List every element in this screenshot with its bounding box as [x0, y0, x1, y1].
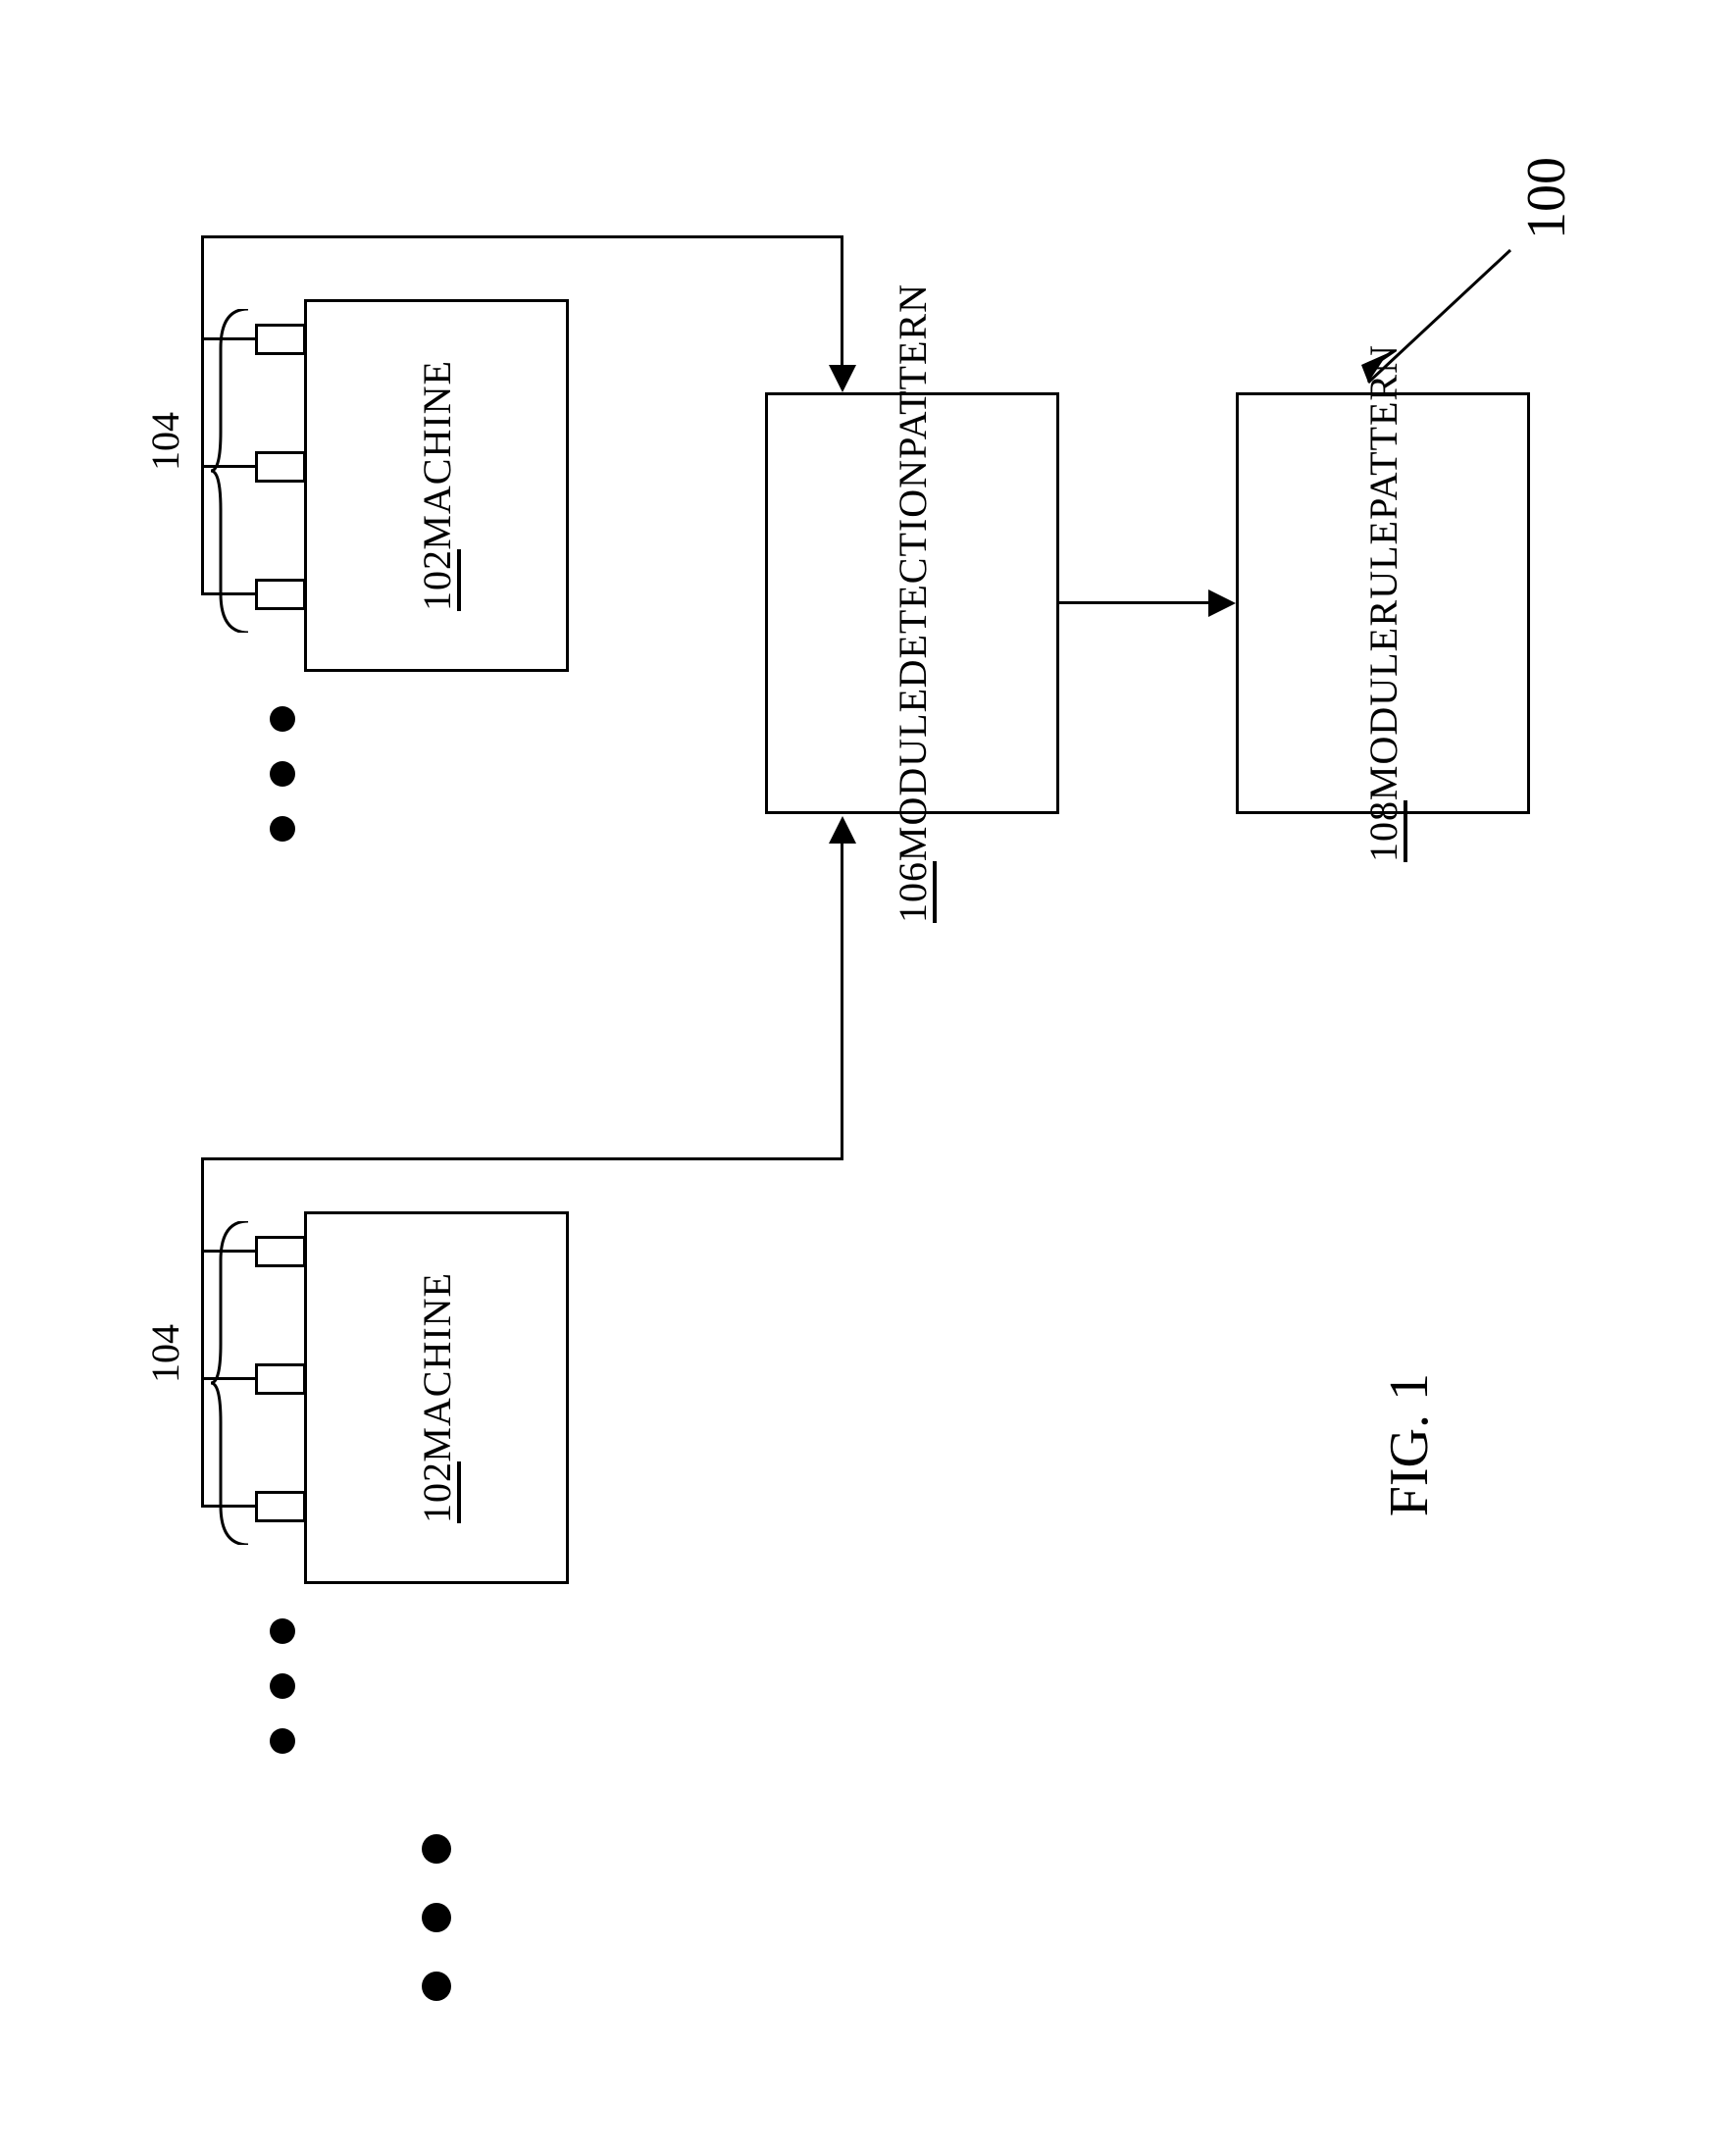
callout-arrow-100	[1353, 245, 1515, 392]
wire-m1-bus-v	[201, 337, 204, 595]
machine-2-sensor-dot-2	[270, 1673, 295, 1699]
machine-1-sensor-dot-1	[270, 706, 295, 732]
wire-pdm-to-prm	[1059, 601, 1211, 604]
figure-label: FIG. 1	[1378, 1373, 1441, 1516]
wire-m2-s2-h	[201, 1377, 256, 1380]
machine-1-sensor-1	[255, 324, 306, 355]
brace-machine-1	[211, 309, 250, 633]
arrow-m1-into-pdm	[829, 365, 856, 392]
wire-m2-right	[201, 1157, 843, 1160]
pattern-rule-module: PATTERN RULE MODULE 108	[1236, 392, 1530, 814]
machine-2-sensor-2	[255, 1363, 306, 1395]
wire-m1-s2-h	[201, 465, 256, 468]
wire-m1-down	[841, 235, 843, 371]
wire-m2-s3-h	[201, 1505, 256, 1508]
more-machines-dot-3	[422, 1972, 451, 2001]
wire-m1-s3-h	[201, 592, 256, 595]
arrow-m2-into-pdm	[829, 816, 856, 844]
machine-1-sensor-dot-3	[270, 816, 295, 842]
machine-1-sensor-3	[255, 579, 306, 610]
figure-ref-100: 100	[1515, 157, 1578, 239]
pdm-line2: DETECTION	[890, 459, 936, 688]
wire-m1-s1-h	[201, 337, 256, 340]
prm-line3: MODULE	[1360, 627, 1406, 800]
more-machines-dot-2	[422, 1903, 451, 1932]
wire-m2-upto-pdm	[841, 839, 843, 1160]
machine-1-sensor-dot-2	[270, 761, 295, 787]
pdm-line1: PATTERN	[890, 283, 936, 459]
pattern-detection-module: PATTERN DETECTION MODULE 106	[765, 392, 1059, 814]
machine-1-ref: 102	[414, 549, 460, 611]
wire-m1-right	[201, 235, 843, 238]
machine-box-1: MACHINE 102	[304, 299, 569, 672]
machine-box-2: MACHINE 102	[304, 1211, 569, 1584]
machine-2-sensor-1	[255, 1236, 306, 1267]
prm-line2: RULE	[1360, 520, 1406, 626]
wire-m2-s1-h	[201, 1250, 256, 1253]
diagram-page: MACHINE 102 104 MACHINE 102 104 PATTERN	[0, 0, 1736, 2152]
machine-1-label: MACHINE	[414, 360, 460, 550]
pdm-line3: MODULE	[890, 688, 936, 861]
wire-m1-up	[201, 235, 204, 340]
sensors-ref-2: 104	[142, 1324, 188, 1383]
machine-1-sensor-2	[255, 451, 306, 483]
machine-2-sensor-dot-1	[270, 1618, 295, 1644]
pdm-ref: 106	[890, 861, 936, 923]
brace-machine-2	[211, 1221, 250, 1545]
machine-2-ref: 102	[414, 1461, 460, 1523]
machine-2-sensor-3	[255, 1491, 306, 1522]
wire-m2-bus-v	[201, 1250, 204, 1508]
wire-m2-up	[201, 1157, 204, 1253]
prm-ref: 108	[1360, 800, 1406, 862]
machine-2-label: MACHINE	[414, 1272, 460, 1462]
sensors-ref-1: 104	[142, 412, 188, 471]
more-machines-dot-1	[422, 1834, 451, 1864]
machine-2-sensor-dot-3	[270, 1728, 295, 1754]
arrow-pdm-to-prm	[1208, 589, 1236, 617]
